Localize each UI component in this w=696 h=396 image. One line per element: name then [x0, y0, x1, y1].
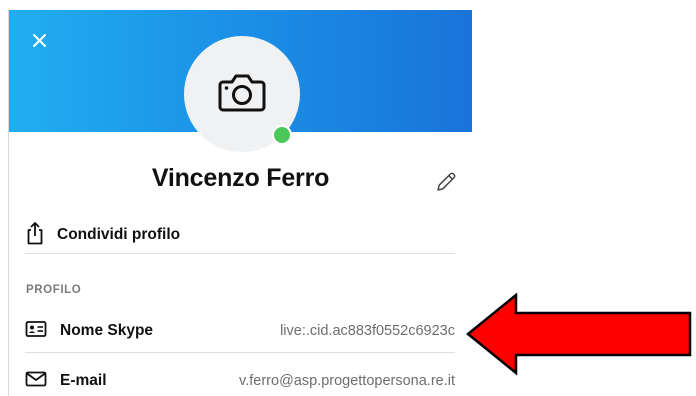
- email-row[interactable]: E-mail v.ferro@asp.progettopersona.re.it: [25, 366, 455, 396]
- pencil-icon[interactable]: [434, 170, 458, 194]
- section-title: PROFILO: [26, 284, 82, 296]
- skype-name-label: Nome Skype: [60, 322, 154, 339]
- profile-panel: Vincenzo Ferro Condividi profilo PROFILO: [8, 10, 472, 396]
- red-arrow-annotation: [466, 292, 696, 382]
- skype-name-row[interactable]: Nome Skype live:.cid.ac883f0552c6923c: [25, 316, 455, 346]
- online-status-dot: [272, 125, 292, 145]
- camera-icon: [217, 71, 267, 118]
- close-icon[interactable]: [29, 30, 51, 52]
- skype-name-value: live:.cid.ac883f0552c6923c: [280, 323, 455, 339]
- email-label: E-mail: [60, 372, 107, 389]
- share-icon: [25, 221, 45, 250]
- email-value: v.ferro@asp.progettopersona.re.it: [239, 373, 455, 389]
- divider: [25, 352, 455, 353]
- divider: [25, 253, 455, 254]
- share-profile-label: Condividi profilo: [57, 226, 181, 243]
- share-profile-button[interactable]: Condividi profilo: [25, 217, 455, 253]
- profile-name: Vincenzo Ferro: [151, 164, 330, 192]
- mail-icon: [25, 370, 47, 393]
- contact-card-icon: [25, 320, 47, 343]
